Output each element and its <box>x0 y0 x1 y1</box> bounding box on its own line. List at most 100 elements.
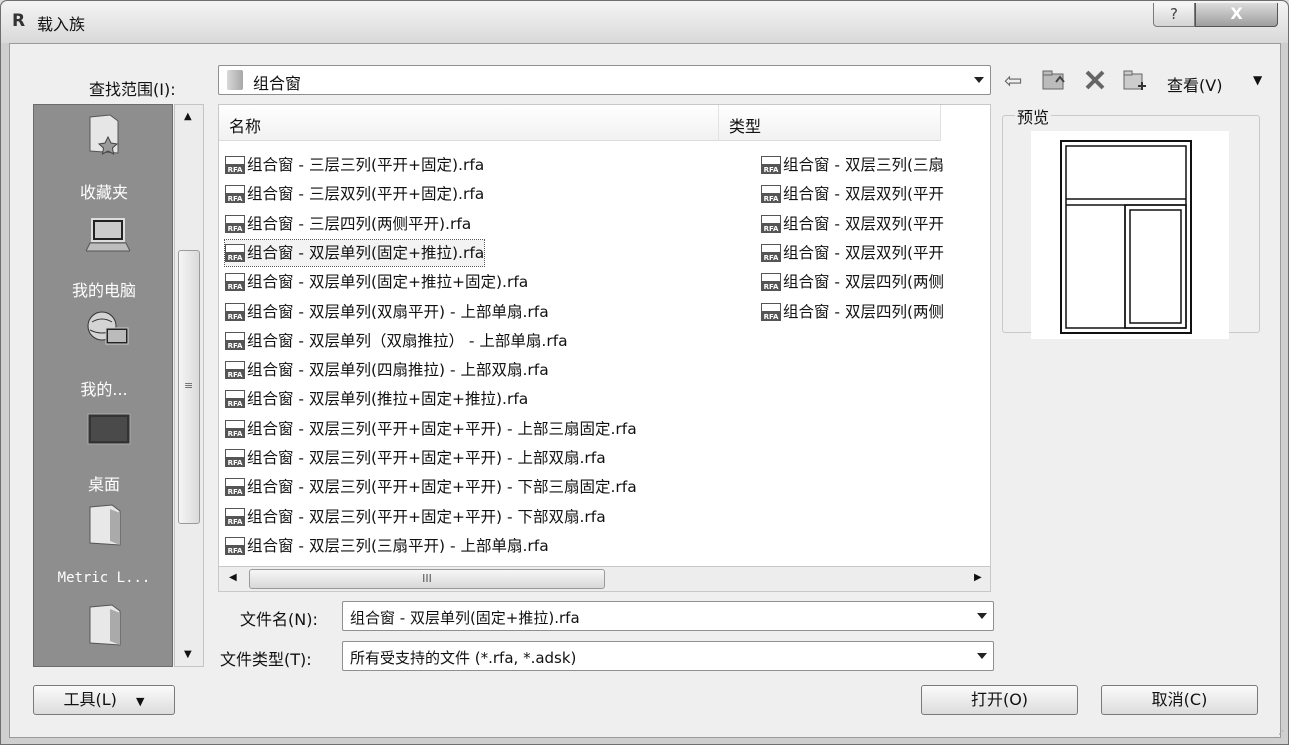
lookin-combo[interactable]: 组合窗 <box>218 65 991 95</box>
load-family-dialog: R 载入族 ? X 查找范围(I): 组合窗 ⇦ 查看(V) ▼ 收藏夹 我的电… <box>0 0 1289 745</box>
file-name: 组合窗 - 双层三列(三扇平开) - 上部单扇.rfa <box>247 536 549 555</box>
tools-button-label: 工具(L) <box>63 690 117 709</box>
filetype-value: 所有受支持的文件 (*.rfa, *.adsk) <box>350 649 577 667</box>
preview-label: 预览 <box>1015 104 1052 128</box>
scroll-down-arrow-icon[interactable]: ▼ <box>184 649 192 660</box>
chevron-down-icon <box>974 77 984 83</box>
column-header-name[interactable]: 名称 <box>219 105 719 141</box>
rfa-file-icon: RFA <box>761 243 781 262</box>
file-list-item[interactable]: RFA 组合窗 - 双层单列(固定+推拉+固定).rfa <box>225 269 528 295</box>
folder-icon[interactable] <box>86 503 122 546</box>
help-button[interactable]: ? <box>1153 3 1195 27</box>
grip-icon: ≡ <box>184 379 194 392</box>
place-label-my-network[interactable]: 我的... <box>34 376 174 400</box>
file-list-item[interactable]: RFA 组合窗 - 双层三列(平开+固定+平开) - 下部三扇固定.rfa <box>225 474 637 500</box>
file-list-hscrollbar[interactable]: ◀ III ▶ <box>218 566 991 592</box>
view-menu-button[interactable]: 查看(V) <box>1167 72 1222 96</box>
lookin-label: 查找范围(I): <box>89 80 176 99</box>
folder-icon[interactable] <box>86 603 122 646</box>
chevron-down-icon[interactable] <box>977 613 987 619</box>
file-list-item[interactable]: RFA 组合窗 - 双层双列(平开 <box>761 240 944 266</box>
rfa-file-icon: RFA <box>225 507 245 526</box>
my-network-icon[interactable] <box>86 310 129 348</box>
filetype-select[interactable]: 所有受支持的文件 (*.rfa, *.adsk) <box>342 641 994 671</box>
folder-icon <box>227 70 243 90</box>
scroll-left-arrow-icon[interactable]: ◀ <box>229 572 237 583</box>
file-name: 组合窗 - 双层双列(平开 <box>783 243 944 262</box>
file-list-item[interactable]: RFA 组合窗 - 三层四列(两侧平开).rfa <box>225 211 471 237</box>
my-computer-icon[interactable] <box>85 213 131 252</box>
file-list-item[interactable]: RFA 组合窗 - 双层三列(平开+固定+平开) - 上部双扇.rfa <box>225 445 606 471</box>
file-list-item[interactable]: RFA 组合窗 - 双层四列(两侧 <box>761 269 944 295</box>
rfa-file-icon: RFA <box>225 156 245 174</box>
revit-app-icon: R <box>12 11 26 31</box>
place-label-favorites[interactable]: 收藏夹 <box>34 179 174 203</box>
file-list-item[interactable]: RFA 组合窗 - 三层三列(平开+固定).rfa <box>225 152 484 178</box>
file-list-item[interactable]: RFA 组合窗 - 三层双列(平开+固定).rfa <box>225 181 484 207</box>
file-name: 组合窗 - 双层单列(固定+推拉).rfa <box>247 243 485 262</box>
resize-grip-icon[interactable]: ⋰ <box>1275 730 1284 740</box>
file-list-item[interactable]: RFA 组合窗 - 双层单列(推拉+固定+推拉).rfa <box>225 386 528 412</box>
file-list-item[interactable]: RFA 组合窗 - 双层双列(平开 <box>761 181 944 207</box>
rfa-file-icon: RFA <box>225 536 245 555</box>
rfa-file-icon: RFA <box>761 156 781 174</box>
file-name: 组合窗 - 双层单列(固定+推拉+固定).rfa <box>247 273 529 292</box>
file-name: 组合窗 - 双层四列(两侧 <box>783 302 944 321</box>
chevron-down-icon <box>977 653 987 659</box>
scroll-right-arrow-icon[interactable]: ▶ <box>974 572 982 583</box>
favorites-icon[interactable] <box>86 113 122 155</box>
filename-label: 文件名(N): <box>240 610 318 629</box>
rfa-file-icon: RFA <box>225 243 245 262</box>
filename-input[interactable]: 组合窗 - 双层单列(固定+推拉).rfa <box>342 601 994 631</box>
file-list-item[interactable]: RFA 组合窗 - 双层三列(三扇平开) - 上部单扇.rfa <box>225 533 549 559</box>
place-label-desktop[interactable]: 桌面 <box>34 471 174 495</box>
place-label-metric-library[interactable]: Metric L... <box>34 570 174 586</box>
file-list-item[interactable]: RFA 组合窗 - 双层三列(三扇 <box>761 152 944 178</box>
up-folder-icon[interactable] <box>1041 68 1067 97</box>
hscroll-thumb[interactable]: III <box>249 569 605 589</box>
file-name: 组合窗 - 三层双列(平开+固定).rfa <box>247 185 485 204</box>
tools-chevron-icon: ▼ <box>136 695 145 708</box>
window-preview-drawing <box>1060 140 1192 334</box>
back-arrow-icon[interactable]: ⇦ <box>1004 69 1022 94</box>
file-name: 组合窗 - 双层单列（双扇推拉） - 上部单扇.rfa <box>247 331 568 350</box>
new-folder-icon[interactable] <box>1122 68 1148 97</box>
file-name: 组合窗 - 双层单列(四扇推拉) - 上部双扇.rfa <box>247 361 549 380</box>
file-list-item[interactable]: RFA 组合窗 - 双层单列(双扇平开) - 上部单扇.rfa <box>225 299 549 325</box>
column-header-type[interactable]: 类型 <box>719 105 941 141</box>
rfa-file-icon: RFA <box>761 273 781 292</box>
file-list-item[interactable]: RFA 组合窗 - 双层单列(固定+推拉).rfa <box>223 238 486 267</box>
file-name: 组合窗 - 双层三列(平开+固定+平开) - 上部双扇.rfa <box>247 449 606 467</box>
file-list-item[interactable]: RFA 组合窗 - 双层单列（双扇推拉） - 上部单扇.rfa <box>225 328 568 354</box>
view-menu-chevron-icon[interactable]: ▼ <box>1253 73 1262 87</box>
desktop-icon[interactable] <box>86 410 131 448</box>
places-scrollbar[interactable]: ▲ ≡ ▼ <box>174 104 204 667</box>
file-list-item[interactable]: RFA 组合窗 - 双层双列(平开 <box>761 211 944 237</box>
delete-icon[interactable] <box>1083 68 1107 97</box>
preview-image <box>1031 131 1229 339</box>
places-scroll-thumb[interactable]: ≡ <box>178 250 200 524</box>
file-list-item[interactable]: RFA 组合窗 - 双层三列(平开+固定+平开) - 上部三扇固定.rfa <box>225 416 637 442</box>
close-button[interactable]: X <box>1195 3 1278 27</box>
file-list-item[interactable]: RFA 组合窗 - 双层四列(两侧 <box>761 299 944 325</box>
file-list[interactable]: 名称 类型 RFA 组合窗 - 三层三列(平开+固定).rfa RFA 组合窗 - 三… <box>218 104 991 592</box>
column-type-label: 类型 <box>729 117 762 136</box>
rfa-file-icon: RFA <box>225 419 245 438</box>
open-button[interactable]: 打开(O) <box>921 685 1078 715</box>
filetype-label: 文件类型(T): <box>220 650 312 669</box>
rfa-file-icon: RFA <box>761 302 781 321</box>
rfa-file-icon: RFA <box>225 214 245 233</box>
file-name: 组合窗 - 双层单列(推拉+固定+推拉).rfa <box>247 390 529 409</box>
places-bar: 收藏夹 我的电脑 我的... 桌面 Metric L... <box>33 104 173 667</box>
file-list-item[interactable]: RFA 组合窗 - 双层单列(四扇推拉) - 上部双扇.rfa <box>225 357 549 383</box>
rfa-file-icon: RFA <box>225 449 245 467</box>
cancel-button[interactable]: 取消(C) <box>1101 685 1258 715</box>
file-list-item[interactable]: RFA 组合窗 - 双层三列(平开+固定+平开) - 下部双扇.rfa <box>225 504 606 530</box>
place-label-my-computer[interactable]: 我的电脑 <box>34 277 174 301</box>
tools-button[interactable]: 工具(L) ▼ <box>33 685 175 715</box>
rfa-file-icon: RFA <box>225 302 245 321</box>
scroll-up-arrow-icon[interactable]: ▲ <box>184 111 192 122</box>
file-name: 组合窗 - 双层双列(平开 <box>783 214 944 233</box>
file-name: 组合窗 - 三层四列(两侧平开).rfa <box>247 214 472 233</box>
file-name: 组合窗 - 三层三列(平开+固定).rfa <box>247 156 485 174</box>
